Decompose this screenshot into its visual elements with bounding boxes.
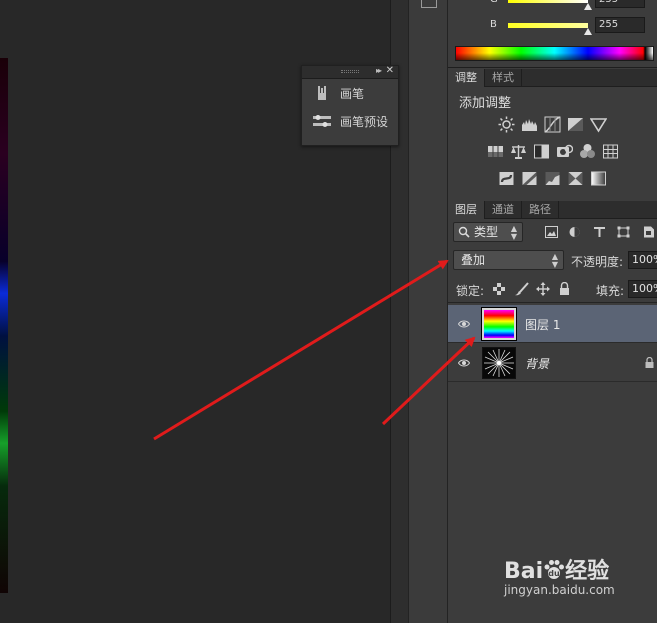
filter-smart-object-icon[interactable]: [642, 226, 655, 238]
brush-panel-item-label: 画笔: [340, 86, 365, 101]
hue-saturation-icon[interactable]: [487, 143, 504, 160]
color-spectrum-bar[interactable]: [455, 46, 654, 61]
tab-paths[interactable]: 路径: [522, 201, 559, 219]
adjustments-tabbar: 调整 样式: [448, 69, 657, 87]
brush-presets-icon: [312, 113, 332, 129]
filter-type-icon[interactable]: [593, 226, 606, 238]
levels-icon[interactable]: [521, 116, 538, 133]
adjustments-title: 添加调整: [459, 96, 512, 111]
curves-icon[interactable]: [544, 116, 561, 133]
color-slider-b[interactable]: B 255: [448, 17, 657, 37]
blend-mode-select[interactable]: 叠加 ▲ ▼: [453, 250, 564, 270]
layer-row-1[interactable]: 图层 1: [448, 305, 657, 343]
layer-thumbnail: [482, 308, 516, 340]
channel-label: G: [490, 0, 498, 5]
channel-value-field[interactable]: 255: [595, 0, 645, 8]
tab-channels[interactable]: 通道: [485, 201, 522, 219]
fill-field[interactable]: 100%: [628, 280, 657, 298]
close-icon[interactable]: ✕: [386, 65, 394, 76]
lock-icon: [645, 357, 654, 368]
right-panel-dock: G 255 B 255 调整 样式 添加调整: [448, 0, 657, 623]
threshold-icon[interactable]: [544, 170, 561, 187]
baidu-watermark: Bai du 经验 jingyan.baidu.com: [504, 553, 615, 597]
slider-handle[interactable]: [584, 28, 592, 35]
collapse-icon[interactable]: ▸▸: [376, 66, 382, 75]
brush-panel-item-label: 画笔预设: [340, 114, 389, 129]
color-lookup-icon[interactable]: [602, 143, 619, 160]
layer-name[interactable]: 图层 1: [525, 316, 560, 333]
lock-position-icon[interactable]: [536, 282, 550, 296]
layers-divider: [448, 302, 657, 303]
exposure-icon[interactable]: [567, 116, 584, 133]
gradient-map-icon[interactable]: [590, 170, 607, 187]
watermark-url: jingyan.baidu.com: [504, 583, 615, 597]
visibility-eye-icon[interactable]: [458, 318, 470, 330]
layer-filter-value: 类型: [474, 225, 499, 239]
color-panel: G 255 B 255: [448, 0, 657, 68]
lock-all-icon[interactable]: [559, 282, 570, 295]
color-balance-icon[interactable]: [510, 143, 527, 160]
selective-color-icon[interactable]: [567, 170, 584, 187]
watermark-brand-suffix: 经验: [565, 559, 610, 584]
brush-panel-item-brush-presets[interactable]: 画笔预设: [302, 107, 398, 135]
vibrance-icon[interactable]: [589, 116, 608, 133]
history-icon[interactable]: [421, 0, 437, 8]
slider-track[interactable]: [508, 0, 588, 3]
layer-thumbnail: [482, 347, 516, 379]
filter-pixel-icon[interactable]: [545, 226, 558, 238]
opacity-field[interactable]: 100%: [628, 251, 657, 269]
layers-tabbar: 图层 通道 路径: [448, 201, 657, 219]
brightness-contrast-icon[interactable]: [498, 116, 515, 133]
filter-shape-icon[interactable]: [617, 226, 630, 238]
fill-label: 填充:: [596, 284, 625, 298]
color-slider-g[interactable]: G 255: [448, 0, 657, 12]
brush-panel-item-brush[interactable]: 画笔: [302, 79, 398, 107]
channel-mixer-icon[interactable]: [579, 143, 596, 160]
adjustments-row-1: [448, 116, 657, 138]
photo-filter-icon[interactable]: [556, 143, 573, 160]
lock-label: 锁定:: [456, 284, 485, 298]
black-white-icon[interactable]: [533, 143, 550, 160]
panel-grip[interactable]: [341, 70, 359, 73]
paw-icon: du: [543, 559, 565, 581]
adjustments-row-2: [448, 143, 657, 165]
posterize-icon[interactable]: [521, 170, 538, 187]
layer-row-background[interactable]: 背景: [448, 344, 657, 382]
canvas-image-edge: [0, 58, 8, 593]
slider-handle[interactable]: [584, 3, 592, 10]
channel-value-field[interactable]: 255: [595, 17, 645, 33]
tab-layers[interactable]: 图层: [448, 201, 485, 219]
blend-mode-value: 叠加: [461, 253, 486, 267]
visibility-eye-icon[interactable]: [458, 357, 470, 369]
watermark-brand: Bai: [504, 559, 544, 584]
chevron-updown-icon: ▲ ▼: [551, 252, 558, 269]
filter-adjustment-icon[interactable]: [568, 226, 581, 238]
channel-label: B: [490, 19, 497, 30]
layer-filter-select[interactable]: 类型 ▲ ▼: [453, 222, 523, 242]
layer-name[interactable]: 背景: [525, 355, 549, 372]
brush-icon: [312, 85, 332, 101]
opacity-label: 不透明度:: [571, 255, 624, 269]
invert-icon[interactable]: [498, 170, 515, 187]
tab-styles[interactable]: 样式: [485, 69, 522, 87]
adjustments-row-3: [448, 170, 657, 192]
panel-icon-strip: [408, 0, 448, 623]
lock-transparent-pixels-icon[interactable]: [493, 283, 505, 295]
slider-track[interactable]: [508, 23, 588, 28]
chevron-updown-icon: ▲ ▼: [510, 224, 517, 241]
brush-panel-header[interactable]: ▸▸ ✕: [302, 65, 398, 79]
tab-adjustments[interactable]: 调整: [448, 69, 485, 87]
search-icon: [458, 226, 470, 238]
svg-text:du: du: [548, 569, 560, 578]
watermark-logo: Bai du 经验: [504, 553, 615, 585]
brush-panel: ▸▸ ✕ 画笔 画笔预设: [301, 65, 399, 146]
lock-image-pixels-icon[interactable]: [514, 282, 529, 296]
